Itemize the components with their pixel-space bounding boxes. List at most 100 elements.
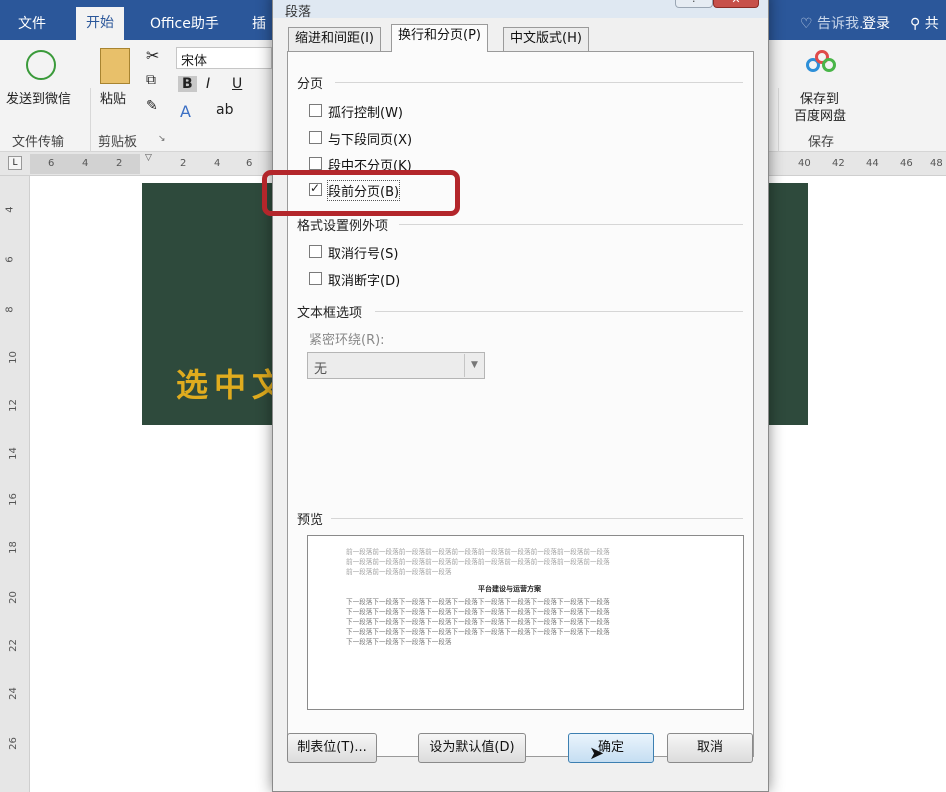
preview-current-paragraph: 平台建设与运营方案 (478, 585, 541, 593)
send-to-wechat-button[interactable]: 发送到微信 (6, 88, 71, 107)
divider (399, 224, 743, 225)
tab-office-assistant[interactable]: Office助手 (140, 9, 229, 40)
ruler-number: 16 (7, 493, 19, 506)
paragraph-dialog: 段落 ? ✕ 缩进和间距(I) 换行和分页(P) 中文版式(H) 分页 孤行控制… (272, 0, 769, 792)
baidu-cloud-icon (806, 50, 836, 78)
ruler-number: 12 (7, 399, 19, 412)
preview-next-line: 下一段落下一段落下一段落下一段落下一段落下一段落下一段落下一段落下一段落下一段落 (346, 608, 610, 616)
preview-next-line: 下一段落下一段落下一段落下一段落下一段落下一段落下一段落下一段落下一段落下一段落 (346, 628, 610, 636)
underline-button[interactable]: U (232, 76, 242, 92)
indent-marker-icon[interactable]: ▽ (145, 153, 152, 163)
widow-control-label[interactable]: 孤行控制(W) (328, 102, 403, 121)
text-effects-icon[interactable]: A (180, 102, 191, 121)
group-save: 保存 (808, 135, 835, 150)
preview-next-line: 下一段落下一段落下一段落下一段落下一段落下一段落下一段落下一段落下一段落下一段落 (346, 618, 610, 626)
preview-next-line: 下一段落下一段落下一段落下一段落 (346, 638, 452, 646)
ruler-number: 48 (930, 158, 943, 169)
ruler-number: 2 (180, 158, 187, 169)
share-label: 共 (924, 16, 939, 32)
chevron-down-icon[interactable]: ▼ (464, 354, 484, 377)
ruler-number: 20 (7, 591, 19, 604)
ruler-number: 4 (82, 158, 89, 169)
dialog-title: 段落 (285, 5, 312, 20)
tab-selector-icon[interactable]: L (8, 156, 22, 170)
login-link[interactable]: 登录 (852, 9, 900, 40)
ruler-number: 6 (4, 256, 16, 263)
highlight-color-icon[interactable]: ab (216, 102, 233, 118)
cut-icon[interactable]: ✂ (146, 46, 159, 65)
ruler-number: 22 (7, 639, 19, 652)
keep-with-next-checkbox[interactable] (309, 131, 322, 144)
tab-home[interactable]: 开始 (76, 7, 124, 40)
ruler-number: 8 (4, 306, 16, 313)
copy-icon[interactable]: ⧉ (146, 72, 156, 88)
tight-wrap-label: 紧密环绕(R): (309, 333, 385, 348)
ok-button[interactable]: 确定 (568, 733, 654, 763)
divider (331, 518, 743, 519)
baidu-disk-label[interactable]: 百度网盘 (794, 105, 846, 124)
dont-hyphenate-checkbox[interactable] (309, 272, 322, 285)
paste-icon (100, 48, 130, 84)
ruler-number: 26 (7, 737, 19, 750)
ruler-number: 46 (900, 158, 913, 169)
tab-line-page-breaks[interactable]: 换行和分页(P) (391, 24, 488, 52)
preview-heading: 预览 (297, 513, 324, 528)
widow-control-checkbox[interactable] (309, 104, 322, 117)
divider (335, 82, 743, 83)
ruler-number: 4 (4, 206, 16, 213)
keep-with-next-label[interactable]: 与下段同页(X) (328, 129, 412, 148)
preview-pane: 前一段落前一段落前一段落前一段落前一段落前一段落前一段落前一段落前一段落前一段落… (307, 535, 744, 710)
tab-asian-typography[interactable]: 中文版式(H) (503, 27, 589, 51)
group-clipboard: 剪贴板 (98, 135, 138, 150)
ruler-number: 40 (798, 158, 811, 169)
ruler-number: 4 (214, 158, 221, 169)
dialog-titlebar[interactable]: 段落 ? ✕ (273, 0, 768, 20)
italic-button[interactable]: I (206, 76, 210, 92)
font-name-value: 宋体 (181, 54, 208, 69)
dont-hyphenate-label[interactable]: 取消断字(D) (328, 270, 400, 289)
preview-prev-line: 前一段落前一段落前一段落前一段落前一段落前一段落前一段落前一段落前一段落前一段落 (346, 558, 610, 566)
tab-indents-spacing[interactable]: 缩进和间距(I) (288, 27, 381, 51)
paste-button[interactable]: 粘贴 (100, 88, 126, 107)
mouse-cursor-icon: ➤ (589, 743, 605, 764)
preview-next-line: 下一段落下一段落下一段落下一段落下一段落下一段落下一段落下一段落下一段落下一段落 (346, 598, 610, 606)
vertical-ruler: 4 6 8 10 12 14 16 18 20 22 24 26 (0, 176, 30, 792)
keep-lines-together-checkbox[interactable] (309, 157, 322, 170)
format-painter-icon[interactable]: ✎ (146, 98, 158, 114)
group-file-transfer: 文件传输 (12, 135, 65, 150)
ruler-number: 44 (866, 158, 879, 169)
close-button[interactable]: ✕ (713, 0, 759, 8)
ruler-number: 14 (7, 447, 19, 460)
tight-wrap-select[interactable]: 无 ▼ (307, 352, 485, 379)
bold-button[interactable]: B (178, 76, 197, 92)
highlight-annotation (262, 170, 460, 216)
tab-file[interactable]: 文件 (8, 9, 56, 40)
ruler-number: 6 (48, 158, 55, 169)
exceptions-heading: 格式设置例外项 (297, 219, 389, 234)
wechat-icon (26, 50, 56, 80)
font-name-box[interactable]: 宋体 (176, 47, 272, 69)
ruler-number: 6 (246, 158, 253, 169)
tab-insert[interactable]: 插 (242, 9, 276, 40)
ruler-number: 24 (7, 687, 19, 700)
cancel-button[interactable]: 取消 (667, 733, 753, 763)
help-button[interactable]: ? (675, 0, 713, 8)
ruler-number: 10 (7, 351, 19, 364)
divider (375, 311, 743, 312)
ruler-number: 18 (7, 541, 19, 554)
tabs-button[interactable]: 制表位(T)... (287, 733, 377, 763)
tight-wrap-value: 无 (314, 362, 328, 377)
preview-prev-line: 前一段落前一段落前一段落前一段落 (346, 568, 452, 576)
pagination-heading: 分页 (297, 77, 324, 92)
suppress-line-numbers-checkbox[interactable] (309, 245, 322, 258)
dialog-launcher-icon[interactable]: ↘ (158, 134, 166, 144)
person-icon: ⚲ (910, 16, 921, 32)
share-button[interactable]: ⚲ 共 (900, 9, 946, 40)
set-default-button[interactable]: 设为默认值(D) (418, 733, 526, 763)
textbox-options-heading: 文本框选项 (297, 306, 363, 321)
preview-prev-line: 前一段落前一段落前一段落前一段落前一段落前一段落前一段落前一段落前一段落前一段落 (346, 548, 610, 556)
suppress-line-numbers-label[interactable]: 取消行号(S) (328, 243, 398, 262)
lightbulb-icon: ♡ (800, 16, 813, 32)
ruler-number: 2 (116, 158, 123, 169)
ruler-number: 42 (832, 158, 845, 169)
